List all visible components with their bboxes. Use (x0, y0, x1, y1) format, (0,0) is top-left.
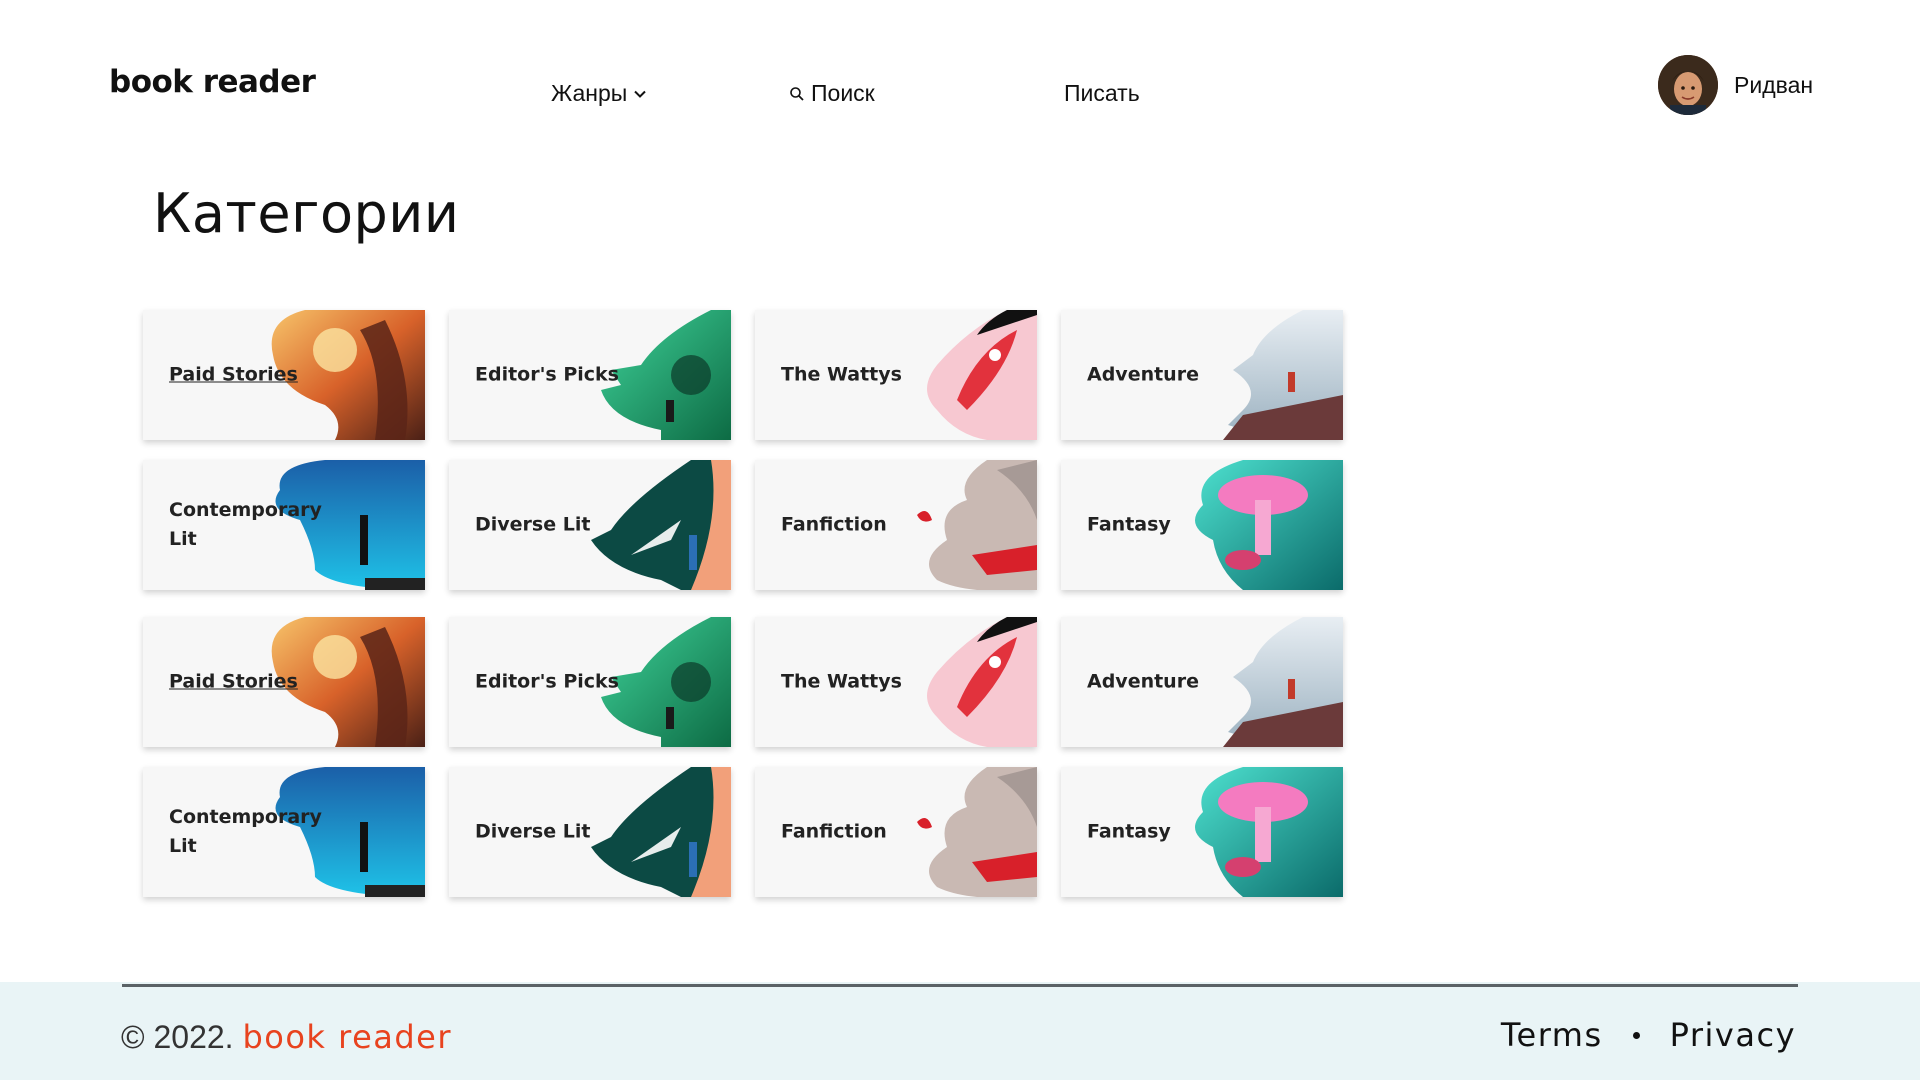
nav-genres-dropdown[interactable]: Жанры (551, 80, 647, 107)
category-card[interactable]: Fantasy (1061, 767, 1343, 897)
nav-search-label: Поиск (811, 80, 875, 106)
category-card[interactable]: Adventure (1061, 310, 1343, 440)
copyright-text: © 2022. (121, 1019, 234, 1055)
category-card-label: Fantasy (1087, 513, 1171, 536)
category-card[interactable]: Contemporary Lit (143, 767, 425, 897)
privacy-link[interactable]: Privacy (1670, 1016, 1796, 1054)
separator-dot (1632, 1031, 1640, 1039)
nav-genres-label: Жанры (551, 80, 628, 106)
nav-search[interactable]: Поиск (789, 80, 875, 107)
category-card-label: Fantasy (1087, 820, 1171, 843)
category-card-label: Fanfiction (781, 513, 887, 536)
category-card-label: Paid Stories (169, 670, 298, 693)
terms-link[interactable]: Terms (1501, 1016, 1603, 1054)
avatar[interactable] (1658, 55, 1718, 115)
avatar-image (1658, 55, 1718, 115)
category-card[interactable]: Contemporary Lit (143, 460, 425, 590)
search-icon (790, 86, 804, 101)
category-card[interactable]: Fanfiction (755, 460, 1037, 590)
category-card-label: Paid Stories (169, 363, 298, 386)
category-card-label: Fanfiction (781, 820, 887, 843)
page-title: Категории (153, 182, 460, 245)
category-card[interactable]: Adventure (1061, 617, 1343, 747)
top-header: book reader Жанры Поиск Писать Ридван (0, 0, 1920, 150)
category-card-label: Contemporary Lit (169, 806, 322, 857)
site-logo[interactable]: book reader (109, 64, 316, 100)
category-card[interactable]: Fantasy (1061, 460, 1343, 590)
category-card-label: Editor's Picks (475, 670, 619, 693)
footer-links: Terms Privacy (1501, 1016, 1796, 1054)
category-card-label: Diverse Lit (475, 820, 591, 843)
category-card[interactable]: Editor's Picks (449, 310, 731, 440)
category-card-label: Adventure (1087, 363, 1199, 386)
footer-divider (122, 984, 1798, 987)
category-card-label: Editor's Picks (475, 363, 619, 386)
user-name[interactable]: Ридван (1734, 72, 1813, 99)
category-card-label: Contemporary Lit (169, 499, 322, 550)
category-card-label: The Wattys (781, 670, 902, 693)
category-card-label: Adventure (1087, 670, 1199, 693)
footer-brand[interactable]: book reader (242, 1018, 452, 1056)
category-card-label: Diverse Lit (475, 513, 591, 536)
category-card[interactable]: Editor's Picks (449, 617, 731, 747)
category-card[interactable]: Fanfiction (755, 767, 1037, 897)
footer-copyright: © 2022. book reader (121, 1018, 452, 1056)
category-card-label: The Wattys (781, 363, 902, 386)
chevron-down-icon (634, 90, 647, 98)
category-card[interactable]: Diverse Lit (449, 460, 731, 590)
category-card[interactable]: Paid Stories (143, 310, 425, 440)
nav-write-label: Писать (1064, 80, 1140, 106)
category-card[interactable]: Diverse Lit (449, 767, 731, 897)
nav-write[interactable]: Писать (1064, 80, 1140, 107)
category-card[interactable]: Paid Stories (143, 617, 425, 747)
category-card[interactable]: The Wattys (755, 617, 1037, 747)
category-grid: Paid Stories Editor's Picks The Wattys A… (143, 310, 1343, 897)
category-card[interactable]: The Wattys (755, 310, 1037, 440)
user-menu[interactable]: Ридван (1658, 55, 1813, 115)
